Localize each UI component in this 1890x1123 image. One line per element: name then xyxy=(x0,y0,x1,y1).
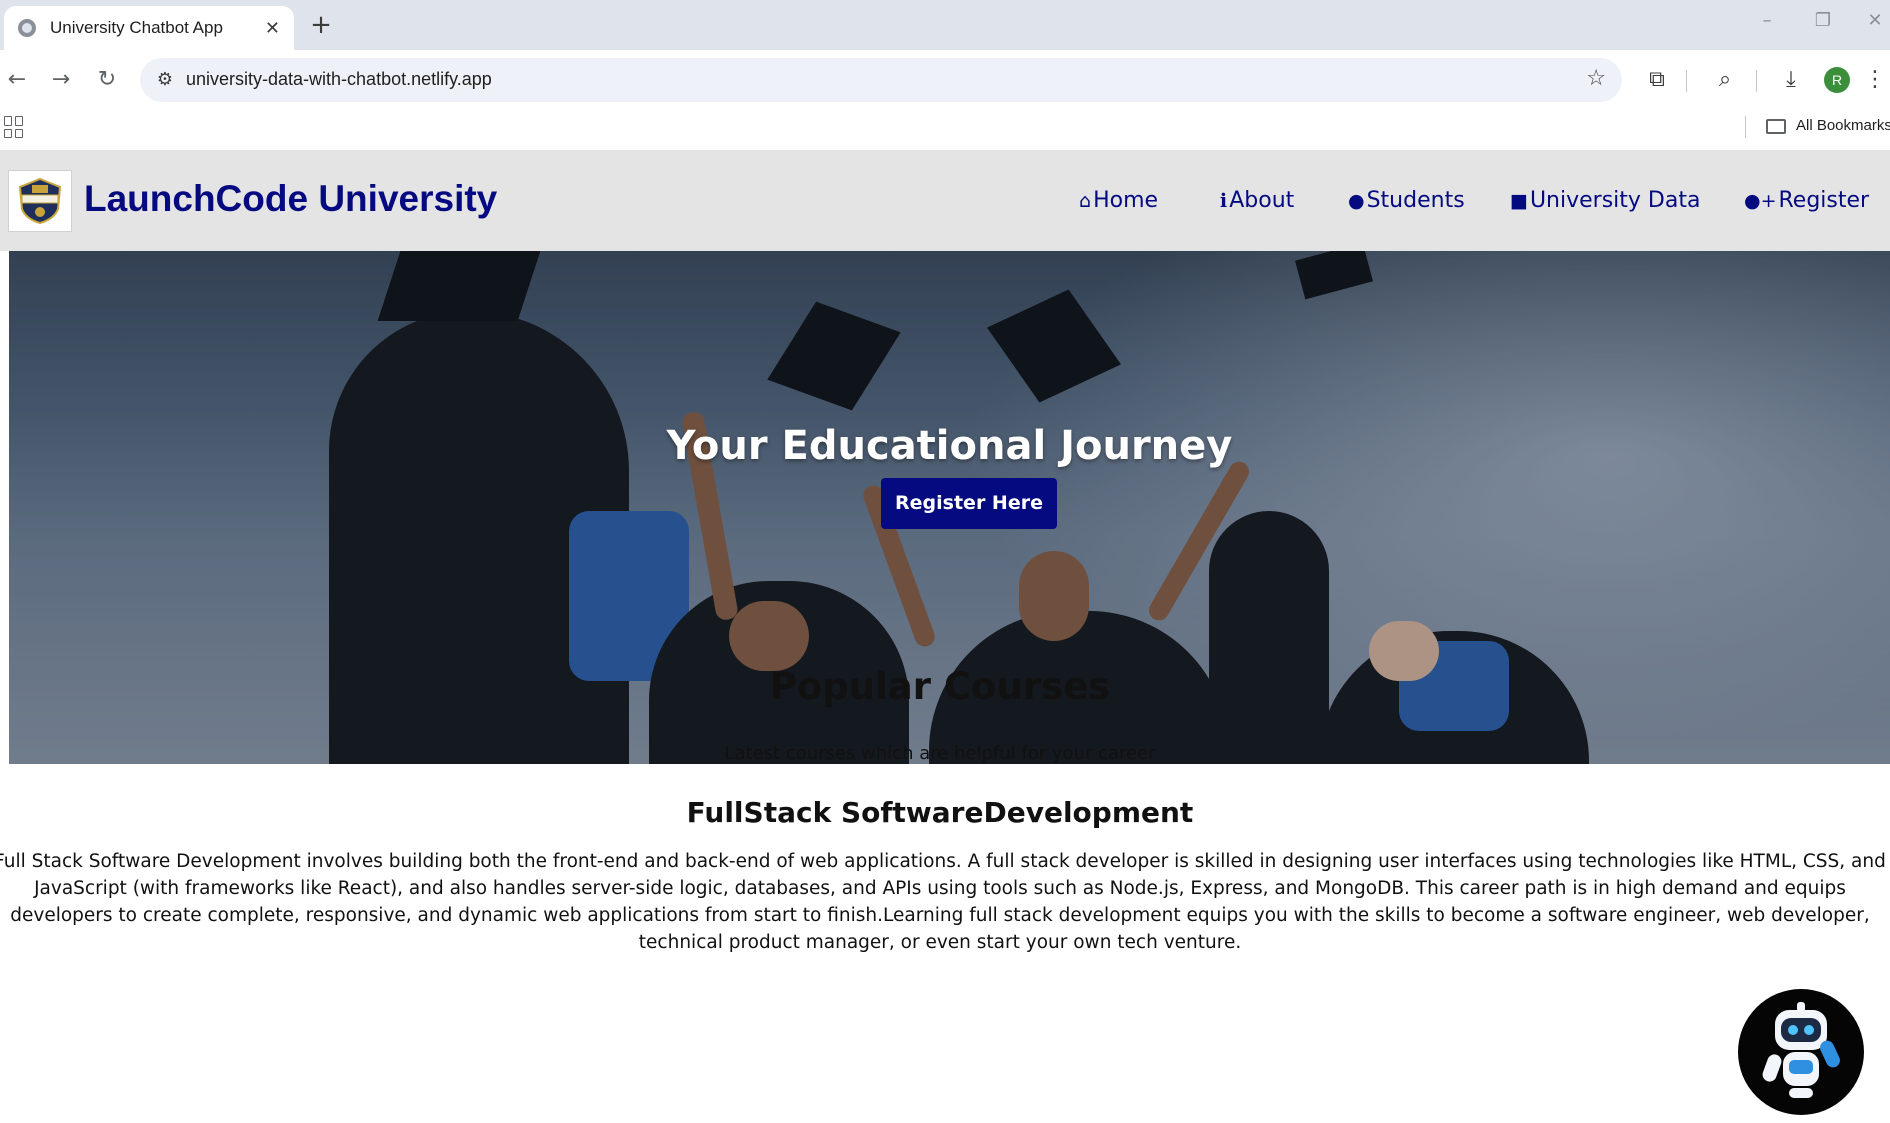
user-icon: ● xyxy=(1348,189,1365,212)
forward-icon[interactable]: → xyxy=(46,65,76,95)
nav-register-label: Register xyxy=(1778,188,1870,213)
info-icon: ℹ xyxy=(1220,189,1228,212)
web-page: LaunchCode University ⌂ Home ℹ About ● S… xyxy=(0,150,1890,1123)
nav-home-label: Home xyxy=(1093,188,1159,213)
profile-avatar[interactable]: R xyxy=(1824,67,1850,93)
bookmark-star-icon[interactable]: ☆ xyxy=(1586,66,1606,91)
nav-about-label: About xyxy=(1229,188,1295,213)
popular-courses-heading: Popular Courses xyxy=(769,665,1111,708)
apps-grid-icon[interactable] xyxy=(4,116,26,138)
course-description: Full Stack Software Development involves… xyxy=(0,851,1886,953)
home-icon: ⌂ xyxy=(1079,189,1092,212)
download-icon[interactable]: ⤓ xyxy=(1776,65,1806,95)
popular-courses-subtitle: Latest courses which are helpful for you… xyxy=(724,743,1156,764)
hero-title: Your Educational Journey xyxy=(666,423,1233,469)
more-menu-icon[interactable]: ⋮ xyxy=(1864,65,1886,95)
robot-icon xyxy=(1762,1002,1840,1098)
tab-search-icon[interactable]: ⌕ xyxy=(1710,65,1740,95)
browser-toolbar: ← → ↻ ⚙ university-data-with-chatbot.net… xyxy=(0,50,1890,108)
nav-register[interactable]: ●+ Register xyxy=(1744,188,1869,213)
new-tab-button[interactable]: + xyxy=(306,10,336,40)
globe-icon xyxy=(18,19,36,37)
nav-university-data-label: University Data xyxy=(1529,188,1701,213)
site-info-icon[interactable]: ⚙ xyxy=(152,67,178,93)
extensions-icon[interactable]: ⧉ xyxy=(1642,65,1672,95)
university-crest-icon xyxy=(18,177,62,225)
minimize-icon[interactable]: – xyxy=(1752,10,1782,31)
browser-tab[interactable]: University Chatbot App ✕ xyxy=(4,6,294,50)
close-window-icon[interactable]: ✕ xyxy=(1860,10,1890,31)
university-logo[interactable] xyxy=(8,170,72,232)
user-plus-icon: ●+ xyxy=(1744,189,1777,212)
tab-title: University Chatbot App xyxy=(50,18,223,37)
toolbar-divider xyxy=(1686,70,1687,92)
briefcase-icon: ■ xyxy=(1510,189,1528,212)
reload-icon[interactable]: ↻ xyxy=(92,65,122,95)
back-icon[interactable]: ← xyxy=(2,65,32,95)
site-navbar: LaunchCode University ⌂ Home ℹ About ● S… xyxy=(0,150,1890,251)
address-bar[interactable]: ⚙ university-data-with-chatbot.netlify.a… xyxy=(140,58,1622,102)
toolbar-divider xyxy=(1756,70,1757,92)
url-text[interactable]: university-data-with-chatbot.netlify.app xyxy=(186,69,492,90)
chatbot-launcher-button[interactable] xyxy=(1738,989,1864,1115)
site-brand-title[interactable]: LaunchCode University xyxy=(84,178,497,220)
bookmarks-bar: All Bookmarks xyxy=(0,108,1890,150)
restore-icon[interactable]: ❐ xyxy=(1808,10,1838,31)
register-here-button[interactable]: Register Here xyxy=(881,478,1057,529)
course-title: FullStack SoftwareDevelopment xyxy=(686,796,1194,829)
tab-close-button[interactable]: ✕ xyxy=(265,18,280,39)
folder-icon xyxy=(1766,119,1786,134)
nav-about[interactable]: ℹ About xyxy=(1220,188,1294,213)
bookmarks-divider xyxy=(1745,116,1746,138)
all-bookmarks-link[interactable]: All Bookmarks xyxy=(1796,117,1890,134)
nav-students-label: Students xyxy=(1366,188,1465,213)
nav-students[interactable]: ● Students xyxy=(1348,188,1465,213)
browser-tab-strip: University Chatbot App ✕ + – ❐ ✕ xyxy=(0,0,1890,50)
nav-university-data[interactable]: ■ University Data xyxy=(1510,188,1700,213)
nav-home[interactable]: ⌂ Home xyxy=(1079,188,1158,213)
